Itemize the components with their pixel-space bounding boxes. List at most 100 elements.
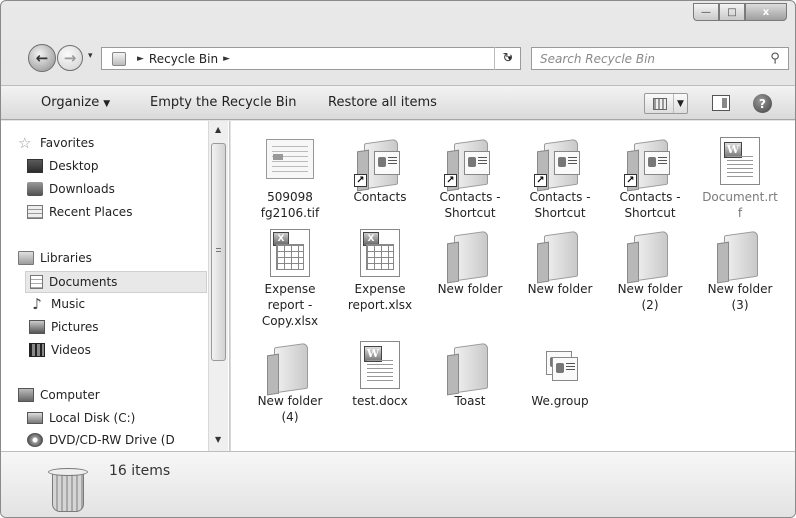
sidebar-item-label: Libraries xyxy=(40,251,92,265)
file-item[interactable]: New folder (3) xyxy=(697,225,783,313)
search-icon[interactable]: ⚲ xyxy=(766,51,784,66)
breadcrumb-separator-icon[interactable]: ► xyxy=(223,54,230,64)
contacts-folder-icon: ↗ xyxy=(622,133,678,190)
details-pane: 16 items xyxy=(1,451,795,517)
sidebar-item-label: Desktop xyxy=(49,159,99,173)
sidebar-item-label: Favorites xyxy=(40,136,95,150)
maximize-button[interactable]: □ xyxy=(719,3,745,21)
file-name: Expense report.xlsx xyxy=(347,282,413,312)
file-item[interactable]: ↗ Contacts xyxy=(337,133,423,205)
file-name: Contacts - Shortcut xyxy=(529,190,591,220)
folder-icon xyxy=(262,337,318,394)
scroll-up-icon[interactable]: ▲ xyxy=(215,125,221,134)
file-name: Contacts - Shortcut xyxy=(619,190,681,220)
contact-group-icon xyxy=(532,337,588,393)
word-document-icon: W xyxy=(712,133,768,189)
file-item[interactable]: ↗ Contacts - Shortcut xyxy=(427,133,513,221)
file-item[interactable]: ↗ Contacts - Shortcut xyxy=(517,133,603,221)
sidebar-item-label: Pictures xyxy=(51,320,99,334)
view-icon xyxy=(653,97,667,110)
sidebar-item-label: Computer xyxy=(40,388,100,402)
search-box[interactable]: Search Recycle Bin ⚲ xyxy=(531,47,789,70)
file-list: 509098 fg2106.tif ↗ Contacts ↗ Contacts - Shor… xyxy=(231,121,795,451)
back-button[interactable]: ← xyxy=(28,44,56,72)
sidebar-item-local-disk[interactable]: Local Disk (C:) xyxy=(27,411,135,425)
search-input[interactable]: Search Recycle Bin xyxy=(540,52,766,66)
file-name: Document.rt f xyxy=(702,190,778,220)
help-icon[interactable]: ? xyxy=(753,94,772,113)
sidebar-item-documents[interactable]: Documents xyxy=(25,271,207,293)
sidebar-item-label: Music xyxy=(51,297,86,311)
caption-buttons: — □ x xyxy=(693,3,787,21)
file-name: 509098 fg2106.tif xyxy=(260,190,320,220)
minimize-button[interactable]: — xyxy=(693,3,719,21)
file-item[interactable]: Toast xyxy=(427,337,513,409)
file-name: New folder xyxy=(527,282,593,296)
document-icon xyxy=(30,275,43,289)
star-icon: ☆ xyxy=(18,134,32,152)
computer-icon xyxy=(18,388,34,402)
downloads-icon xyxy=(27,182,43,196)
sidebar-item-computer[interactable]: Computer xyxy=(18,388,100,402)
recycle-bin-icon xyxy=(48,464,88,512)
recent-pages-button[interactable]: ▾ xyxy=(88,51,93,61)
file-name: New folder (2) xyxy=(617,282,683,312)
scroll-down-icon[interactable]: ▼ xyxy=(215,435,221,444)
empty-recycle-bin-button[interactable]: Empty the Recycle Bin xyxy=(150,95,296,110)
pictures-icon xyxy=(29,320,45,334)
file-item[interactable]: X Expense report - Copy.xlsx xyxy=(247,225,333,329)
organize-button[interactable]: Organize ▼ xyxy=(41,95,110,110)
sidebar-item-music[interactable]: ♪ Music xyxy=(29,295,86,313)
file-item[interactable]: ↗ Contacts - Shortcut xyxy=(607,133,693,221)
hard-disk-icon xyxy=(27,412,43,424)
chevron-down-icon: ▼ xyxy=(103,99,111,109)
music-icon: ♪ xyxy=(32,295,42,313)
sidebar-item-dvd-drive[interactable]: DVD/CD-RW Drive (D xyxy=(27,433,175,447)
forward-button[interactable]: → xyxy=(57,45,83,71)
sidebar-item-libraries[interactable]: Libraries xyxy=(18,251,92,265)
navigation-pane: ☆ Favorites Desktop Downloads Recent Pla… xyxy=(1,121,230,451)
shortcut-arrow-icon: ↗ xyxy=(354,174,367,187)
file-item[interactable]: New folder xyxy=(517,225,603,297)
file-item[interactable]: New folder (4) xyxy=(247,337,333,425)
address-row: ← → ▾ ► Recycle Bin ► ▾ ↻ Search Recycle… xyxy=(1,31,795,85)
explorer-window: — □ x ← → ▾ ► Recycle Bin ► ▾ ↻ Search R… xyxy=(0,0,796,518)
shortcut-arrow-icon: ↗ xyxy=(534,174,547,187)
contacts-folder-icon: ↗ xyxy=(442,133,498,190)
close-button[interactable]: x xyxy=(745,3,787,21)
breadcrumb-recycle-bin[interactable]: Recycle Bin xyxy=(149,52,218,66)
file-item[interactable]: New folder xyxy=(427,225,513,297)
change-view-button[interactable]: ▼ xyxy=(644,93,688,114)
sidebar-item-desktop[interactable]: Desktop xyxy=(27,159,99,173)
refresh-button[interactable]: ↻ xyxy=(494,47,521,70)
item-count: 16 items xyxy=(109,463,171,479)
scrollbar-thumb[interactable] xyxy=(211,143,226,361)
grip-icon xyxy=(216,248,221,254)
sidebar-item-favorites[interactable]: ☆ Favorites xyxy=(18,134,95,152)
excel-spreadsheet-icon: X xyxy=(352,225,408,281)
sidebar-item-pictures[interactable]: Pictures xyxy=(29,320,99,334)
sidebar-item-label: Local Disk (C:) xyxy=(49,411,136,425)
recent-places-icon xyxy=(27,205,43,219)
sidebar-item-videos[interactable]: Videos xyxy=(29,343,91,357)
file-item[interactable]: X Expense report.xlsx xyxy=(337,225,423,313)
nav-scrollbar[interactable]: ▲ ▼ xyxy=(208,121,228,451)
address-bar[interactable]: ► Recycle Bin ► ▾ xyxy=(101,47,521,70)
excel-spreadsheet-icon: X xyxy=(262,225,318,281)
file-name: New folder xyxy=(437,282,503,296)
restore-all-items-button[interactable]: Restore all items xyxy=(328,95,437,110)
organize-label: Organize xyxy=(41,95,100,110)
file-item[interactable]: 509098 fg2106.tif xyxy=(247,133,333,221)
sidebar-item-downloads[interactable]: Downloads xyxy=(27,182,115,196)
preview-pane-icon[interactable] xyxy=(712,95,730,111)
file-name: Contacts - Shortcut xyxy=(439,190,501,220)
chevron-down-icon[interactable]: ▼ xyxy=(673,94,687,113)
file-item[interactable]: Wtest.docx xyxy=(337,337,423,409)
file-item[interactable]: New folder (2) xyxy=(607,225,693,313)
breadcrumb-separator-icon[interactable]: ► xyxy=(137,54,144,64)
sidebar-item-recent-places[interactable]: Recent Places xyxy=(27,205,132,219)
file-item[interactable]: W Document.rt f xyxy=(697,133,783,221)
file-item[interactable]: We.group xyxy=(517,337,603,409)
desktop-icon xyxy=(27,159,43,173)
libraries-icon xyxy=(18,251,34,265)
